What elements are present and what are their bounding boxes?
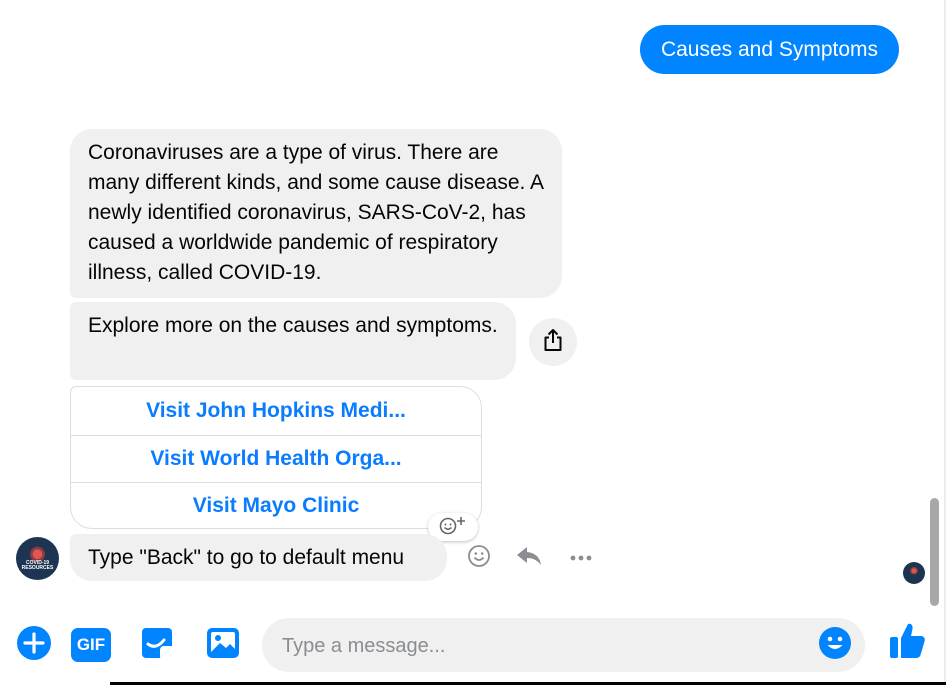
incoming-message-text: Explore more on the causes and symptoms. — [88, 314, 498, 337]
more-icon — [569, 549, 593, 567]
link-button-mayo-clinic[interactable]: Visit Mayo Clinic — [71, 482, 481, 528]
scrollbar-thumb[interactable] — [930, 498, 939, 606]
incoming-message-bubble[interactable]: Type "Back" to go to default menu — [70, 534, 447, 581]
avatar-label: RESOURCES — [21, 565, 54, 571]
share-button[interactable] — [529, 318, 577, 366]
image-button[interactable] — [204, 626, 242, 664]
plus-icon — [16, 625, 52, 666]
sender-avatar[interactable]: COVID-19 RESOURCES — [16, 537, 59, 580]
more-options-button[interactable] — [566, 548, 596, 568]
gif-label: GIF — [76, 635, 106, 654]
thumbs-up-icon — [887, 621, 927, 666]
reply-icon — [515, 545, 543, 572]
reply-button[interactable] — [514, 545, 544, 571]
more-actions-button[interactable] — [15, 625, 53, 666]
outgoing-message-bubble[interactable]: Causes and Symptoms — [640, 25, 899, 74]
image-icon — [205, 626, 241, 665]
emoji-picker-button[interactable] — [816, 626, 854, 664]
link-button-john-hopkins[interactable]: Visit John Hopkins Medi... — [71, 387, 481, 435]
add-reaction-icon — [436, 515, 470, 540]
sticker-button[interactable] — [138, 626, 176, 664]
link-button-label: Visit Mayo Clinic — [192, 494, 360, 518]
react-button[interactable] — [465, 544, 493, 572]
gif-icon: GIF — [71, 628, 111, 662]
message-input[interactable] — [280, 631, 804, 661]
incoming-message-bubble[interactable]: Coronaviruses are a type of virus. There… — [70, 129, 562, 298]
link-button-label: Visit John Hopkins Medi... — [146, 398, 406, 422]
incoming-message-text: Type "Back" to go to default menu — [88, 545, 405, 569]
send-like-button[interactable] — [886, 622, 928, 664]
emoji-icon — [818, 626, 852, 665]
incoming-message-text: Coronaviruses are a type of virus. There… — [88, 141, 543, 284]
share-icon — [542, 328, 564, 357]
gif-button[interactable]: GIF — [70, 627, 112, 663]
outgoing-message-text: Causes and Symptoms — [660, 37, 879, 61]
message-composer[interactable] — [262, 618, 865, 672]
link-button-who[interactable]: Visit World Health Orga... — [71, 434, 481, 483]
emoji-icon — [467, 544, 491, 573]
read-receipt-avatar — [903, 562, 925, 584]
incoming-message-bubble[interactable]: Explore more on the causes and symptoms. — [70, 302, 516, 380]
link-button-label: Visit World Health Orga... — [150, 446, 402, 470]
sticker-icon — [140, 626, 174, 665]
quick-link-buttons: Visit John Hopkins Medi... Visit World H… — [70, 386, 482, 529]
